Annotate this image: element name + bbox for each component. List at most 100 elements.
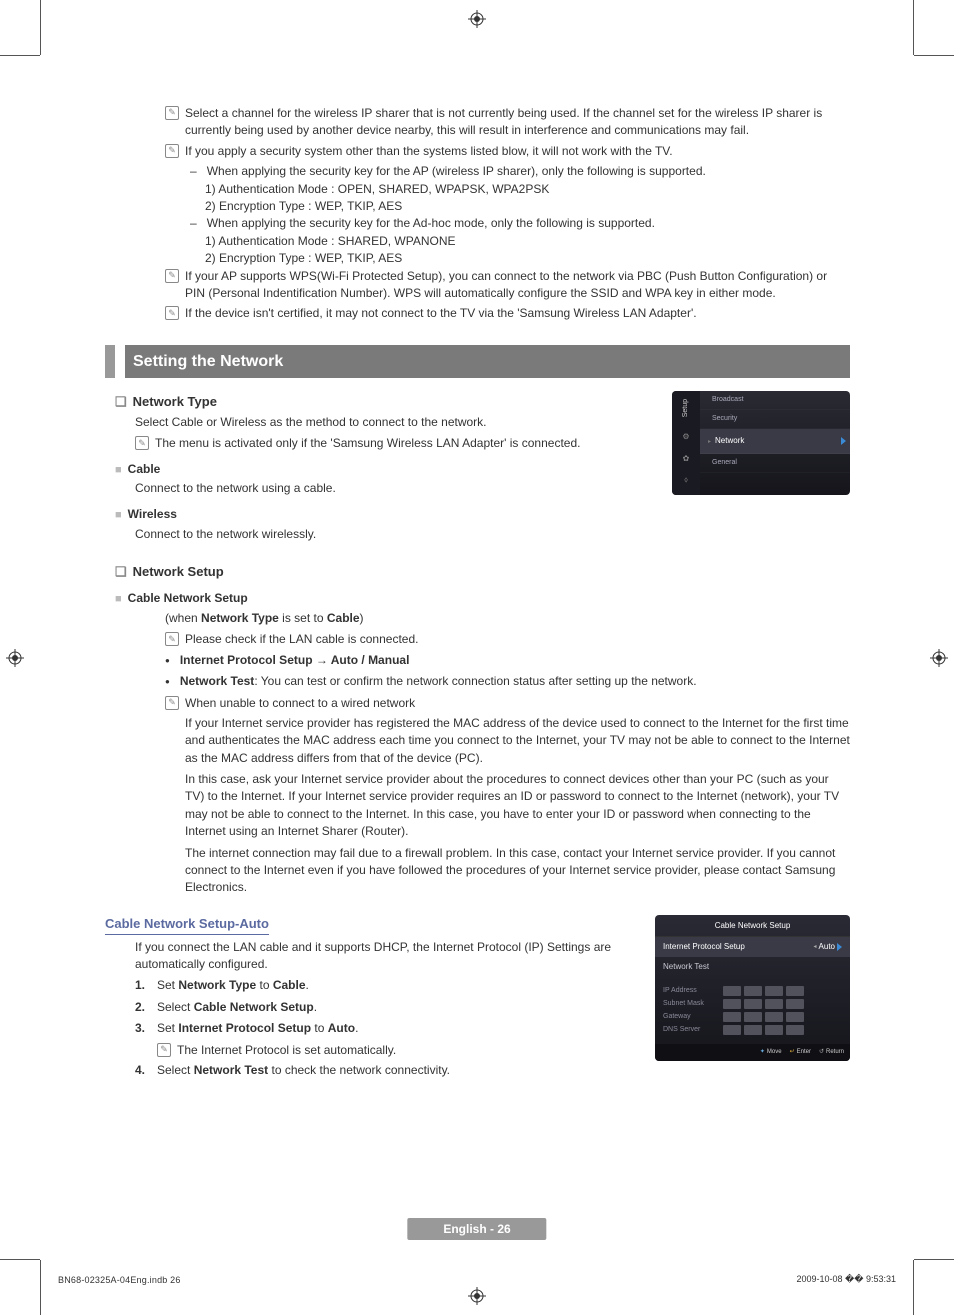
note-text: Select a channel for the wireless IP sha… [185, 105, 850, 140]
osd-rows: Broadcast Security ▸Network General [700, 391, 850, 473]
t: to [256, 978, 273, 992]
osd-row-ips[interactable]: Internet Protocol Setup ◂Auto [655, 937, 850, 957]
note-icon [165, 106, 179, 120]
crop-mark [914, 1259, 954, 1260]
paragraph: If you connect the LAN cable and it supp… [135, 939, 655, 974]
label: Security [712, 415, 737, 422]
label: Network Test [663, 961, 709, 973]
registration-mark-icon [930, 649, 948, 667]
registration-mark-icon [6, 649, 24, 667]
t: . [314, 1000, 317, 1014]
page-footer: English - 26 [407, 1218, 546, 1240]
registration-mark-icon [468, 10, 486, 28]
osd-item-general[interactable]: General [700, 454, 850, 473]
section-title: Setting the Network [125, 345, 850, 378]
b: Cable [273, 978, 306, 992]
note-text: If the device isn't certified, it may no… [185, 305, 697, 322]
field-gateway: Gateway [663, 1012, 842, 1022]
text-bold: Internet Protocol Setup → Auto / Manual [180, 653, 410, 667]
gear-icon: ✿ [680, 453, 692, 465]
value: Auto [819, 941, 835, 953]
heading-text: Cable Network Setup [128, 591, 248, 605]
label: IP Address [663, 986, 723, 996]
sub-note-line: 2) Encryption Type : WEP, TKIP, AES [205, 198, 850, 215]
registration-mark-icon [468, 1287, 486, 1305]
hint-enter: Enter [790, 1048, 811, 1057]
text-bold: Cable [327, 611, 360, 625]
field-subnet: Subnet Mask [663, 999, 842, 1009]
note-text: If your AP supports WPS(Wi-Fi Protected … [185, 268, 850, 303]
paragraph: If your Internet service provider has re… [185, 715, 850, 767]
step-4: 4. Select Network Test to check the netw… [135, 1062, 850, 1079]
b: Cable Network Setup [194, 1000, 314, 1014]
rail-label: Setup [681, 399, 691, 417]
note-icon [165, 269, 179, 283]
osd-item-network[interactable]: ▸Network [700, 429, 850, 454]
sub-note-line: 2) Encryption Type : WEP, TKIP, AES [205, 250, 850, 267]
plug-icon: ⚙ [680, 431, 692, 443]
step-number: 4. [135, 1062, 157, 1079]
t: Set [157, 978, 178, 992]
heading-text: Wireless [128, 507, 177, 521]
heading-cable-auto: Cable Network Setup-Auto [105, 915, 269, 935]
note-text: If you apply a security system other tha… [185, 143, 673, 160]
t: Select [157, 1063, 194, 1077]
imprint-left: BN68-02325A-04Eng.indb 26 [58, 1275, 181, 1285]
osd-item-broadcast[interactable]: Broadcast [700, 391, 850, 410]
paragraph: The internet connection may fail due to … [185, 845, 850, 897]
label: Broadcast [712, 396, 744, 403]
b: Network Test [194, 1063, 268, 1077]
note-text: The menu is activated only if the 'Samsu… [155, 435, 580, 452]
note-text: When unable to connect to a wired networ… [185, 695, 415, 712]
osd-cable-network-setup: Cable Network Setup Internet Protocol Se… [655, 915, 850, 1061]
text: (when [165, 611, 201, 625]
imprint-right: 2009-10-08 �� 9:53:31 [796, 1274, 896, 1285]
b: Auto [328, 1021, 355, 1035]
text: When applying the security key for the A… [207, 216, 655, 230]
text: : You can test or confirm the network co… [254, 674, 696, 688]
chevron-right-icon [841, 437, 846, 445]
crop-mark [914, 55, 954, 56]
note-icon [165, 632, 179, 646]
chevron-right-icon [837, 943, 842, 951]
label: Network [715, 436, 744, 445]
sub-note: When applying the security key for the A… [190, 163, 850, 180]
osd-footer: Move Enter Return [655, 1044, 850, 1061]
osd-left-rail: Setup ⚙ ✿ ⬨ ▦ ◑ [672, 391, 700, 495]
heading-text: Network Type [133, 394, 217, 409]
label: General [712, 459, 737, 466]
section-bar [105, 345, 115, 378]
step-text: Select Network Test to check the network… [157, 1062, 450, 1079]
hint-return: Return [819, 1048, 844, 1057]
subsection-network-setup: Network Setup [115, 563, 850, 582]
t: . [355, 1021, 358, 1035]
text-bold: Network Type [201, 611, 279, 625]
subsection-wireless: Wireless [115, 506, 850, 524]
osd-item-security[interactable]: Security [700, 410, 850, 429]
step-number: 2. [135, 999, 157, 1016]
label: Internet Protocol Setup [663, 941, 745, 953]
crop-mark [40, 0, 41, 55]
paragraph: In this case, ask your Internet service … [185, 771, 850, 841]
osd-fields: IP Address Subnet Mask Gateway DNS Serve… [655, 977, 850, 1045]
field-ip: IP Address [663, 986, 842, 996]
step-number: 3. [135, 1020, 157, 1037]
b: Network Type [178, 978, 256, 992]
paragraph: Connect to the network wirelessly. [135, 526, 850, 543]
input-icon: ⬨ [680, 474, 692, 486]
text: When applying the security key for the A… [207, 164, 706, 178]
text-bold: Network Test [180, 674, 254, 688]
subsection-cable-setup: Cable Network Setup [115, 590, 850, 608]
crop-mark [913, 1260, 914, 1315]
sub-note: When applying the security key for the A… [190, 215, 850, 232]
crop-mark [40, 1260, 41, 1315]
t: . [306, 978, 309, 992]
sub-note-line: 1) Authentication Mode : SHARED, WPANONE [205, 233, 850, 250]
t: Select [157, 1000, 194, 1014]
bullet-item: Network Test: You can test or confirm th… [165, 673, 850, 690]
osd-row-nettest[interactable]: Network Test [655, 957, 850, 977]
label: Subnet Mask [663, 999, 723, 1009]
step-text: Set Network Type to Cable. [157, 977, 309, 994]
heading-text: Cable [128, 462, 161, 476]
note-icon [135, 436, 149, 450]
